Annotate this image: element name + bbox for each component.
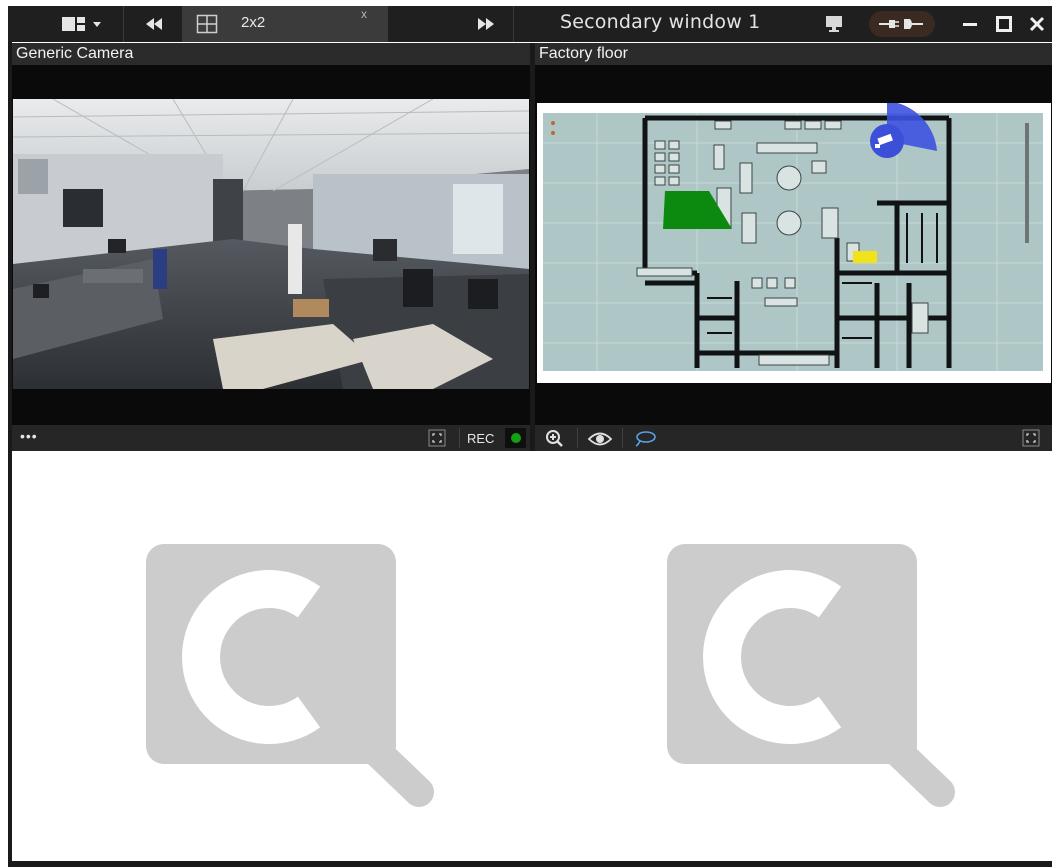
separator — [123, 6, 124, 42]
visibility-button[interactable] — [587, 430, 613, 448]
separator — [513, 6, 514, 42]
more-options-button[interactable]: ••• — [20, 428, 38, 444]
placeholder-search-icon — [667, 544, 955, 807]
maximize-icon — [996, 16, 1012, 32]
window-left-border — [8, 42, 12, 867]
tile-divider — [530, 43, 535, 451]
layout-grid-icon — [62, 17, 101, 31]
lasso-button[interactable] — [633, 430, 657, 448]
map-tile[interactable]: Factory floor — [535, 43, 1052, 451]
eye-icon — [587, 432, 613, 446]
map-legend-text-strip — [1025, 123, 1029, 243]
title-bar: 2x2 x Secondary window 1 — [8, 6, 1052, 42]
fast-forward-icon — [478, 18, 494, 30]
separator — [459, 428, 460, 448]
rewind-icon — [146, 18, 162, 30]
fullscreen-icon — [1022, 429, 1040, 447]
zoom-button[interactable] — [545, 429, 565, 449]
fullscreen-button[interactable] — [1022, 429, 1040, 447]
separator — [577, 428, 578, 448]
floor-plan-map[interactable] — [537, 103, 1051, 383]
separator — [622, 428, 623, 448]
minimize-icon — [963, 23, 977, 26]
fullscreen-icon — [428, 429, 446, 447]
tile-title: Generic Camera — [12, 43, 530, 65]
window-bottom-border — [8, 861, 1052, 867]
window-title: Secondary window 1 — [560, 11, 761, 33]
camera-pin-icon — [870, 124, 904, 158]
map-tile-footer — [535, 425, 1052, 451]
tab-grid-icon — [194, 6, 220, 42]
empty-tile-right[interactable] — [535, 452, 1052, 861]
secondary-window: 2x2 x Secondary window 1 Generic Camera … — [8, 6, 1052, 867]
rec-label: REC — [467, 431, 495, 446]
close-icon — [1029, 16, 1045, 32]
map-marker-yellow — [853, 251, 877, 263]
close-button[interactable] — [1022, 6, 1052, 42]
plug-icon — [879, 19, 923, 29]
next-button[interactable] — [466, 6, 506, 42]
lasso-icon — [635, 431, 656, 447]
recording-toggle[interactable] — [505, 428, 526, 448]
zoom-in-icon — [546, 430, 563, 447]
maximize-button[interactable] — [988, 6, 1020, 42]
tab-close-icon[interactable]: x — [361, 7, 367, 21]
camera-tile-footer: ••• REC — [12, 425, 530, 451]
minimize-button[interactable] — [954, 6, 986, 42]
chevron-down-icon — [93, 22, 101, 27]
monitor-button[interactable] — [818, 6, 850, 42]
tab-label: 2x2 — [241, 14, 266, 31]
layout-menu-button[interactable] — [52, 6, 114, 42]
camera-tile[interactable]: Generic Camera ••• REC — [12, 43, 530, 451]
previous-button[interactable] — [130, 6, 178, 42]
recording-indicator-icon — [510, 433, 521, 443]
monitor-icon — [826, 16, 842, 32]
placeholder-search-icon — [146, 544, 434, 807]
empty-tile-left[interactable] — [12, 452, 530, 861]
tile-title: Factory floor — [535, 43, 1052, 65]
fullscreen-button[interactable] — [428, 429, 446, 447]
camera-video-frame[interactable] — [13, 99, 529, 389]
connection-button[interactable] — [866, 6, 938, 42]
